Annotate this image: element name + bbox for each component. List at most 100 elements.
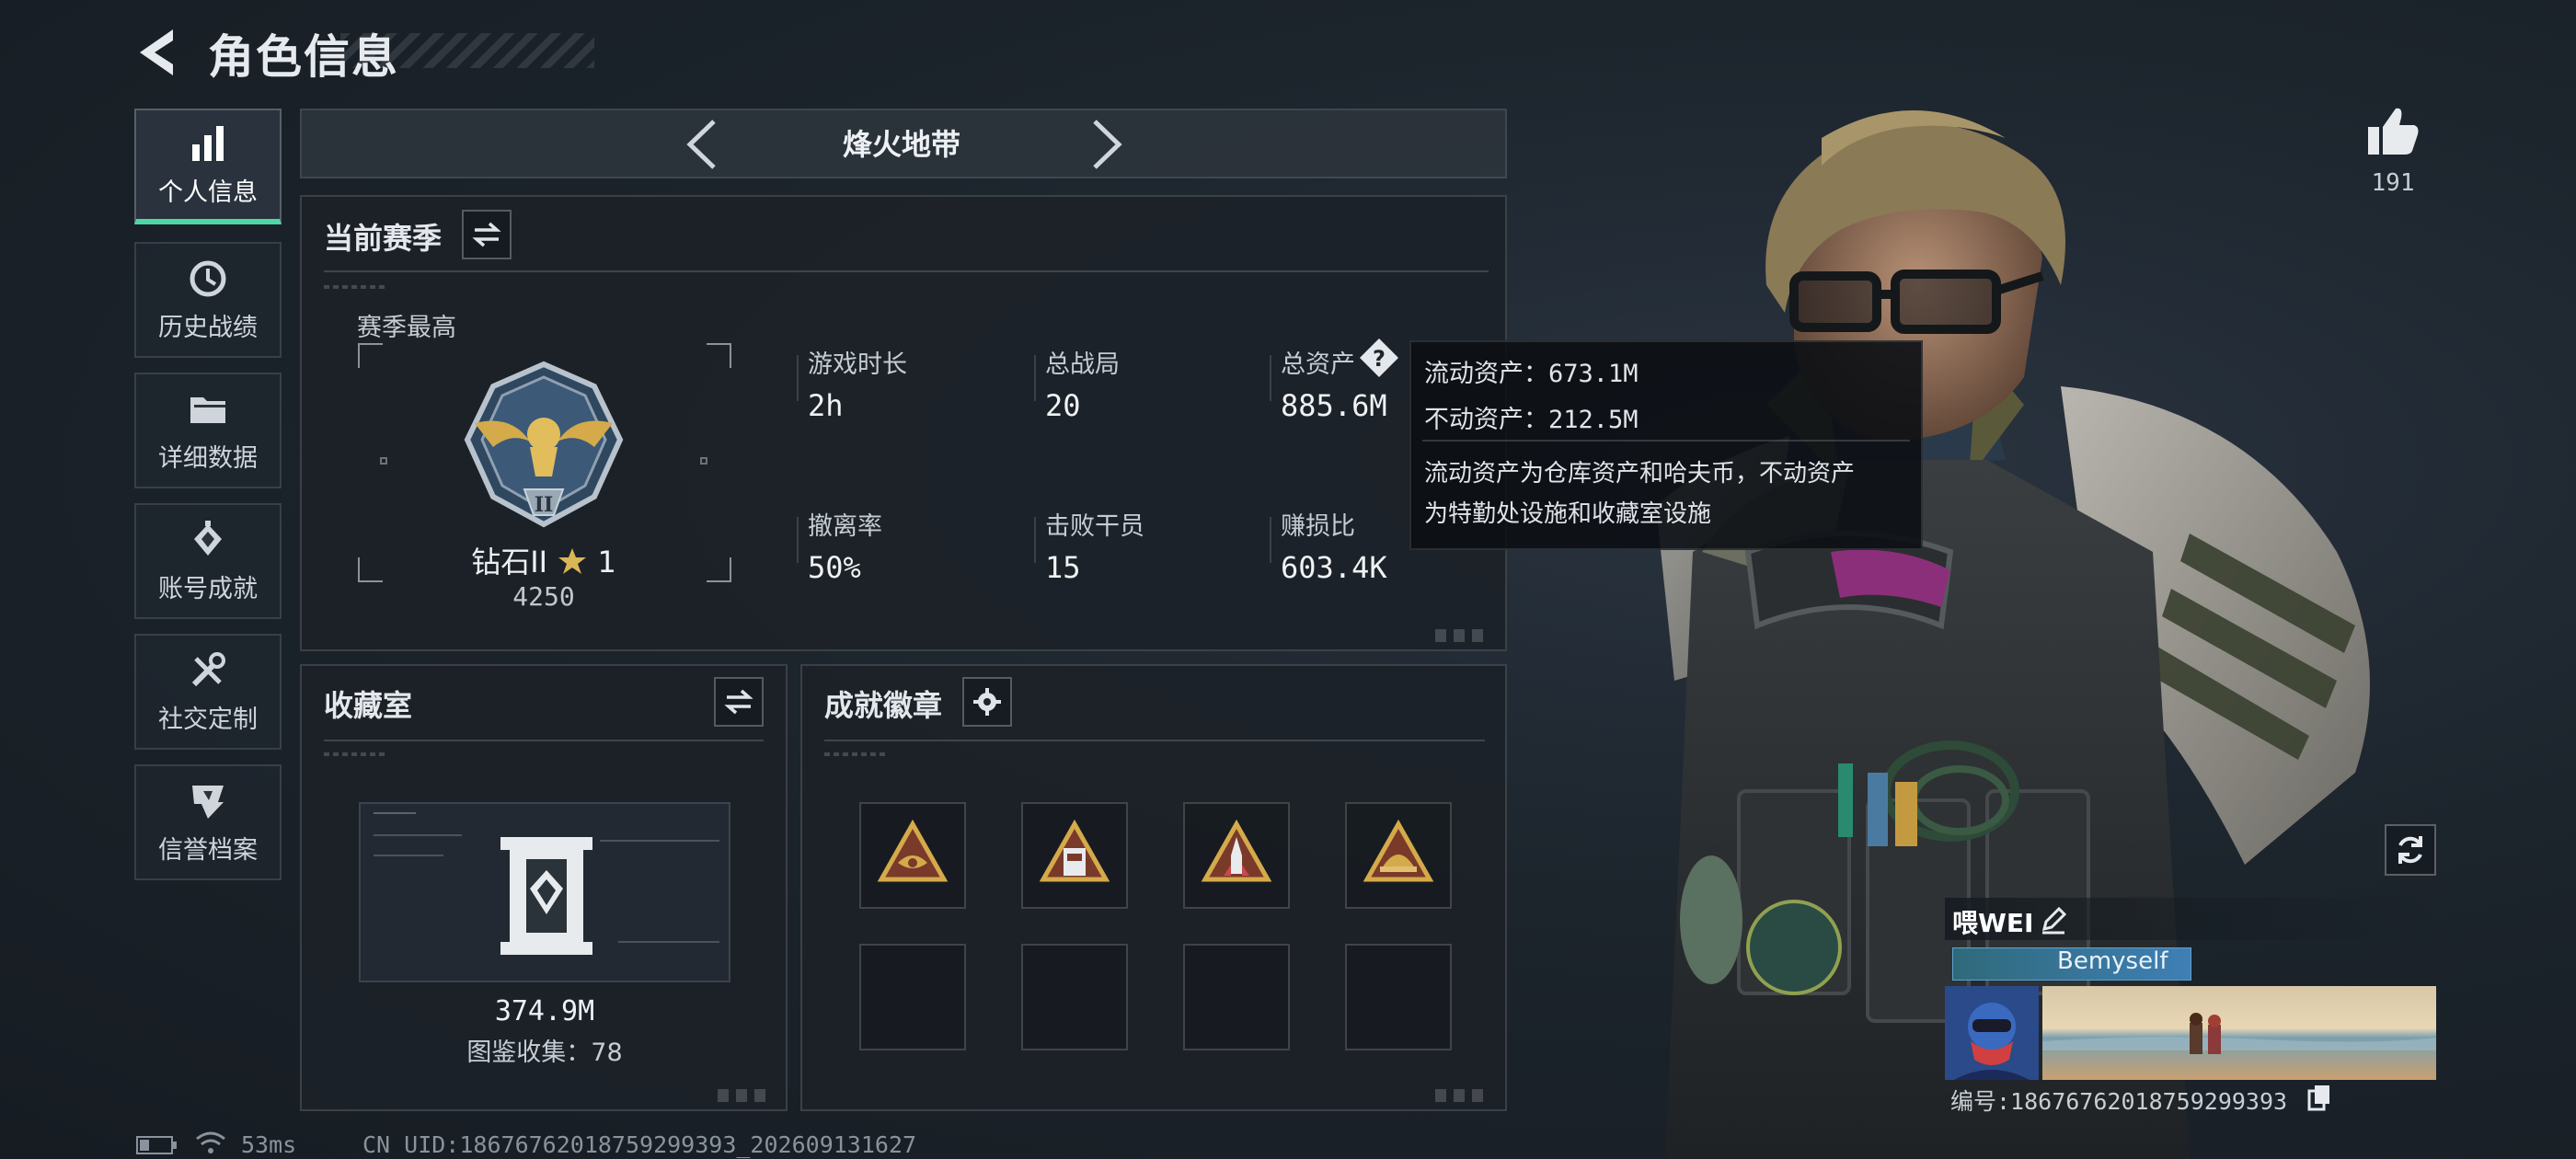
svg-text:?: ? [1373, 346, 1386, 372]
achievement-icon [194, 520, 222, 556]
tooltip-fixed-row: 不动资产：212.5M [1424, 399, 1639, 435]
edit-pencil-icon[interactable] [2039, 905, 2068, 935]
help-icon[interactable]: ? [1358, 337, 1400, 379]
rank-line: 钻石II 1 [438, 539, 650, 581]
collection-preview-art [374, 812, 719, 955]
stat-label: 总资产 [1281, 350, 1355, 379]
stat-label: 总战局 [1045, 350, 1120, 379]
panel-decoration [1435, 629, 1490, 642]
collection-switch-button[interactable] [714, 677, 764, 727]
tooltip-fixed-label: 不动资产： [1424, 406, 1548, 434]
divider [1422, 440, 1910, 442]
badge-slot[interactable] [1345, 802, 1452, 909]
chevron-left-icon[interactable] [677, 116, 732, 173]
tooltip-liquid-row: 流动资产：673.1M [1424, 353, 1639, 389]
divider [324, 270, 1489, 272]
wifi-icon [196, 1131, 225, 1153]
player-banner-image [2042, 986, 2436, 1080]
sidebar-item-social[interactable]: 社交定制 [134, 634, 282, 750]
sidebar-item-label: 社交定制 [158, 705, 258, 734]
tooltip-desc-line-2: 为特勤处设施和收藏室设施 [1424, 500, 1712, 528]
stat-value: 885.6M [1281, 388, 1387, 423]
tools-icon [191, 651, 225, 686]
sidebar-item-details[interactable]: 详细数据 [134, 373, 282, 488]
divider [797, 517, 799, 563]
sidebar-item-achievements[interactable]: 账号成就 [134, 503, 282, 619]
stat-label: 撤离率 [808, 512, 882, 541]
sidebar-item-history[interactable]: 历史战绩 [134, 242, 282, 358]
badge-slot-empty[interactable] [1345, 944, 1452, 1050]
season-title: 当前赛季 [324, 221, 443, 256]
refresh-button[interactable] [2385, 824, 2436, 876]
sidebar-item-label: 详细数据 [158, 443, 258, 473]
tooltip-liquid-label: 流动资产： [1424, 360, 1548, 388]
divider [1034, 355, 1036, 401]
rank-points: 4250 [512, 581, 575, 612]
sidebar-item-reputation[interactable]: 信誉档案 [134, 764, 282, 880]
tooltip-liquid-value: 673.1M [1548, 360, 1639, 388]
badge-slot[interactable] [859, 802, 966, 909]
copy-icon[interactable] [2307, 1084, 2331, 1111]
diamond-rank-emblem-icon: II [464, 361, 624, 528]
rank-name: 钻石II [471, 545, 548, 580]
star-icon [558, 548, 587, 574]
chevron-right-icon[interactable] [1076, 116, 1132, 173]
history-icon [190, 260, 226, 296]
divider [324, 740, 764, 741]
badges-settings-button[interactable] [962, 677, 1012, 727]
season-best-label: 赛季最高 [357, 314, 456, 342]
player-name: 喂WEI [1952, 908, 2034, 938]
divider [824, 752, 889, 756]
stat-label: 击败干员 [1045, 512, 1144, 541]
stat-value: 20 [1045, 388, 1081, 423]
reputation-icon [192, 785, 224, 819]
collection-title: 收藏室 [324, 688, 413, 723]
swap-icon [472, 222, 501, 247]
refresh-icon [2398, 836, 2422, 864]
sidebar-item-label: 账号成就 [158, 574, 258, 603]
panel-decoration [718, 1089, 773, 1102]
player-id: 编号:186767620187592993​93 [1950, 1088, 2288, 1115]
badge-slot[interactable] [1183, 802, 1290, 909]
gear-icon [973, 688, 1001, 716]
swap-icon [724, 689, 753, 715]
stat-label: 游戏时长 [808, 350, 907, 379]
bar-chart-icon [192, 125, 224, 161]
divider [797, 355, 799, 401]
collection-room-preview[interactable] [359, 802, 730, 982]
back-arrow-icon[interactable] [134, 26, 180, 79]
battery-icon [136, 1136, 177, 1154]
collection-value: 374.9M [494, 995, 595, 1027]
badge-slot-empty[interactable] [1021, 944, 1128, 1050]
like-count: 191 [2371, 169, 2415, 197]
sidebar-item-label: 历史战绩 [158, 313, 258, 342]
tooltip-fixed-value: 212.5M [1548, 406, 1639, 434]
divider [824, 740, 1485, 741]
stat-label: 赚损比 [1281, 512, 1355, 541]
helmet-pyramid-badge-icon [1363, 819, 1434, 882]
divider [1270, 355, 1271, 401]
season-switch-button[interactable] [462, 210, 512, 259]
folder-icon [190, 396, 225, 423]
badge-slot[interactable] [1021, 802, 1128, 909]
player-tag: Bemyself [2057, 947, 2168, 975]
uid-text: CN UID:18676762018759299393_202609131627 [362, 1131, 917, 1158]
badge-slot-empty[interactable] [859, 944, 966, 1050]
collection-catalog: 图鉴收集：78 [466, 1039, 623, 1067]
eye-pyramid-badge-icon [877, 819, 949, 882]
player-avatar[interactable] [1945, 986, 2039, 1080]
divider [1270, 517, 1271, 563]
thumbs-up-icon[interactable] [2366, 105, 2420, 156]
sidebar-item-label: 信誉档案 [158, 835, 258, 865]
tooltip-desc-line-1: 流动资产为仓库资产和哈夫币，不动资产 [1424, 460, 1856, 488]
card-pyramid-badge-icon [1039, 819, 1110, 882]
sidebar-item-personal-info[interactable]: 个人信息 [134, 109, 282, 224]
rank-stars: 1 [597, 545, 616, 580]
page-title: 角色信息 [208, 30, 399, 84]
svg-text:II: II [535, 493, 554, 517]
stat-value: 50% [808, 550, 861, 585]
badge-slot-empty[interactable] [1183, 944, 1290, 1050]
divider [324, 285, 388, 289]
panel-decoration [1435, 1089, 1490, 1102]
stat-value: 2h [808, 388, 844, 423]
